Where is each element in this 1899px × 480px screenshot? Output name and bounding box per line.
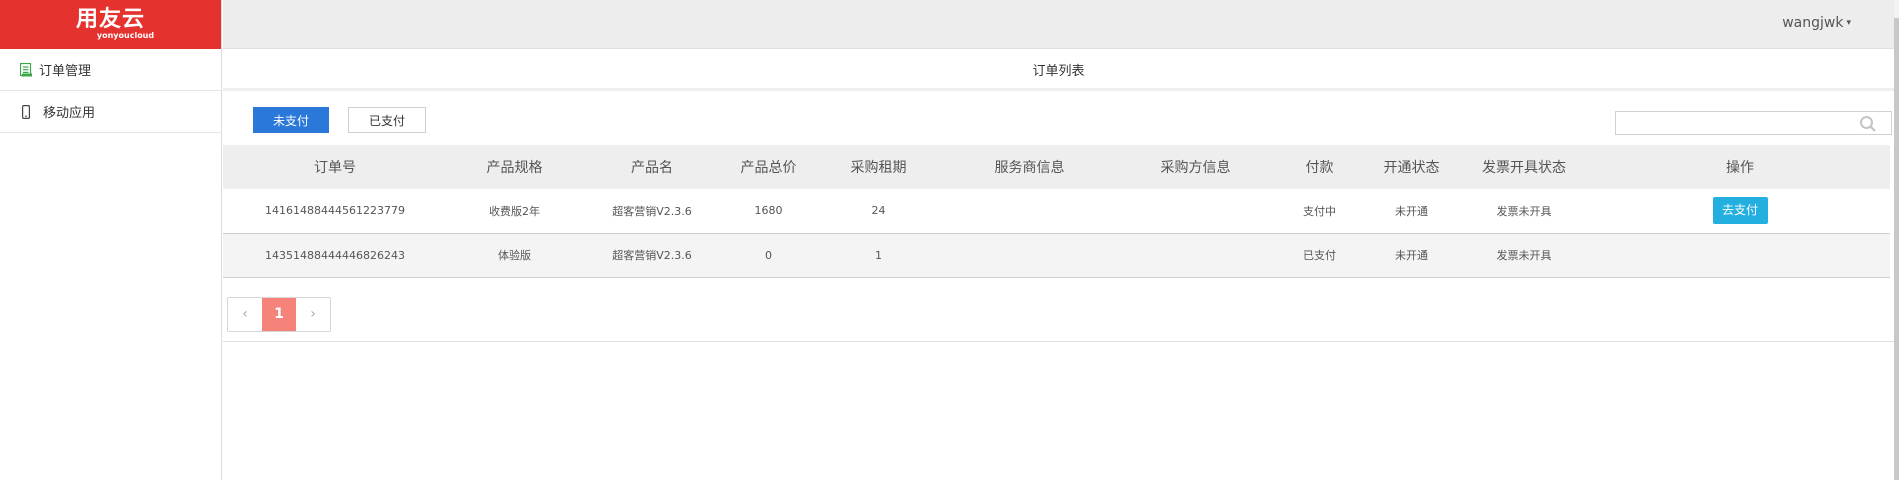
cell-term: 1 xyxy=(875,248,882,262)
brand-logo[interactable]: 用友云 yonyoucloud xyxy=(0,0,221,49)
cell-buyer xyxy=(1117,189,1274,233)
column-header-activation[interactable]: 开通状态 xyxy=(1365,145,1458,189)
column-header-action: 操作 xyxy=(1726,160,1754,176)
order-list-icon xyxy=(18,62,34,77)
sidebar-item-label: 订单管理 xyxy=(39,64,92,79)
chevron-down-icon: ▾ xyxy=(1846,18,1851,28)
orders-table: 订单号 产品规格 产品名 产品总价 采购租期 服务商信息 采购方信息 付款 开通… xyxy=(223,145,1890,278)
column-header-invoice[interactable]: 发票开具状态 xyxy=(1458,145,1590,189)
cell-order-no: 1416148844456122377​9 xyxy=(265,204,405,218)
pay-now-button[interactable]: 去支付 xyxy=(1712,197,1768,225)
filter-bar: 未支付 已支付 xyxy=(223,91,1894,145)
column-header-vendor[interactable]: 服务商信息 xyxy=(942,145,1117,189)
table-row: 1416148844456122377​9 收费版2年 超客营销V2.3.6 1… xyxy=(223,189,1890,233)
cell-total: 0 xyxy=(765,248,772,262)
cell-payment: 已支付 xyxy=(1303,249,1336,262)
cell-action xyxy=(1590,233,1890,277)
next-page-icon[interactable]: › xyxy=(296,297,330,331)
search-icon[interactable] xyxy=(1859,115,1877,137)
sidebar: 用友云 yonyoucloud 订单管理 移动应用 xyxy=(0,0,222,480)
username: wangjwk xyxy=(1782,15,1844,31)
cell-total: 1680 xyxy=(754,204,783,218)
cell-product: 超客营销V2.3.6 xyxy=(612,249,692,262)
page-1-button[interactable]: 1 xyxy=(262,297,296,331)
sidebar-item-order-management[interactable]: 订单管理 xyxy=(0,49,221,91)
column-header-term[interactable]: 采购租期 xyxy=(815,145,942,189)
brand-name: 用友云 xyxy=(75,7,145,32)
sidebar-item-label: 移动应用 xyxy=(43,106,96,121)
page-title: 订单列表 xyxy=(223,50,1894,91)
cell-product: 超客营销V2.3.6 xyxy=(612,204,692,218)
column-header-total[interactable]: 产品总价 xyxy=(722,145,815,189)
cell-spec: 收费版2年 xyxy=(489,204,540,218)
cell-spec: 体验版 xyxy=(498,249,531,262)
paid-tab-button[interactable]: 已支付 xyxy=(348,107,426,133)
cell-vendor xyxy=(942,233,1117,277)
column-header-product[interactable]: 产品名 xyxy=(582,145,722,189)
search-input[interactable] xyxy=(1615,111,1892,135)
pagination-area: ‹ 1 › xyxy=(223,278,1894,342)
cell-term: 24 xyxy=(871,204,886,218)
cell-action: 去支付 xyxy=(1590,189,1890,233)
table-row: 14351488444446826243 体验版 超客营销V2.3.6 0 1 … xyxy=(223,233,1890,277)
column-header-buyer[interactable]: 采购方信息 xyxy=(1117,145,1274,189)
sidebar-item-mobile-apps[interactable]: 移动应用 xyxy=(0,91,221,133)
cell-invoice: 发票未开具 xyxy=(1496,249,1552,262)
cell-activation: 未开通 xyxy=(1395,249,1428,262)
table-header-row: 订单号 产品规格 产品名 产品总价 采购租期 服务商信息 采购方信息 付款 开通… xyxy=(223,145,1890,189)
scrollbar[interactable] xyxy=(1894,0,1899,480)
cell-buyer xyxy=(1117,233,1274,277)
user-menu[interactable]: wangjwk ▾ xyxy=(1782,15,1851,31)
mobile-phone-icon xyxy=(18,104,34,119)
pagination: ‹ 1 › xyxy=(227,296,331,332)
cell-invoice: 发票未开具 xyxy=(1496,204,1552,218)
brand-subtitle: yonyoucloud xyxy=(96,31,155,40)
prev-page-icon[interactable]: ‹ xyxy=(228,297,262,331)
column-header-payment[interactable]: 付款 xyxy=(1274,145,1365,189)
cell-vendor xyxy=(942,189,1117,233)
cell-payment: 支付中 xyxy=(1303,204,1336,218)
column-header-order-no[interactable]: 订单号 xyxy=(223,145,447,189)
unpaid-tab-button[interactable]: 未支付 xyxy=(253,107,329,133)
cell-activation: 未开通 xyxy=(1395,204,1428,218)
cell-order-no: 14351488444446826243 xyxy=(265,248,405,262)
scrollbar-thumb[interactable] xyxy=(1894,18,1899,480)
main-content: 订单列表 未支付 已支付 订单号 产品规格 产品名 产品总价 采购租期 服务商信… xyxy=(223,50,1894,342)
top-header: wangjwk ▾ xyxy=(223,0,1899,49)
column-header-spec[interactable]: 产品规格 xyxy=(447,145,582,189)
